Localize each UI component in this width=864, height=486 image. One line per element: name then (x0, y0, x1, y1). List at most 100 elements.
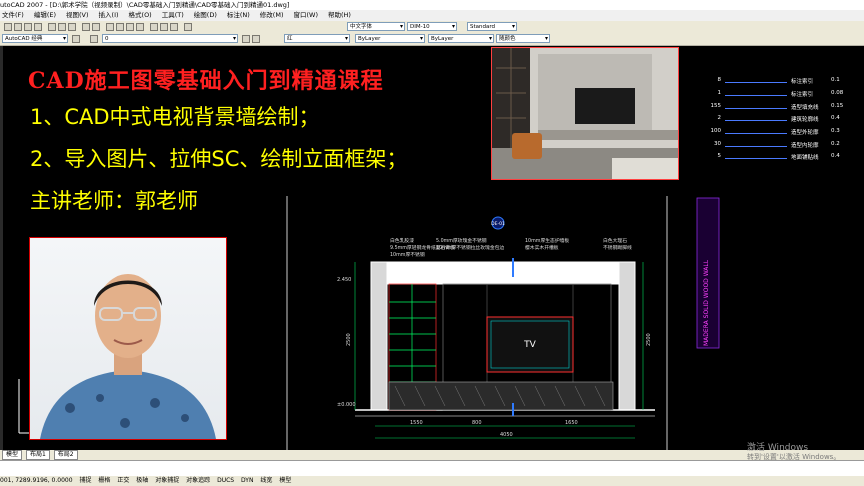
linetype-select[interactable]: ByLayer (355, 34, 425, 43)
legend-row: 8 标注索引 0.1 (703, 77, 848, 88)
open-file-icon[interactable] (14, 23, 22, 31)
window-title: utoCAD 2007 - [D:\郭术学院（视频录制）\CAD零基础入门到精通… (0, 0, 864, 10)
legend-weight: 0.3 (831, 128, 840, 134)
menu-view[interactable]: 视图(V) (66, 10, 89, 21)
polar-toggle[interactable]: 极轴 (136, 477, 148, 484)
legend-name: 标注索引 (791, 92, 814, 98)
zoom-previous-icon[interactable] (136, 23, 144, 31)
status-bar: 001, 7289.9196, 0.0000 捕捉 栅格 正交 极轴 对象捕捉 … (0, 476, 864, 486)
tv-cabinet (388, 381, 614, 411)
save-icon[interactable] (24, 23, 32, 31)
snap-toggle[interactable]: 捕捉 (79, 477, 91, 484)
legend-row: 2 建筑轮廓线 0.4 (703, 115, 848, 126)
otrack-toggle[interactable]: 对象追踪 (186, 477, 210, 484)
anno-mid-2: 10mm厚不锈钢拉丝玫瑰金包边 (436, 244, 504, 251)
lineweight-select[interactable]: ByLayer (428, 34, 494, 43)
section-tag: DE-01 (491, 221, 505, 227)
tool-palette-icon[interactable] (170, 23, 178, 31)
legend-name: 地面铺贴线 (791, 155, 819, 161)
lineweight-toggle[interactable]: 线宽 (260, 477, 272, 484)
level-top: 2.450 (337, 277, 351, 283)
legend-color: 100 (710, 128, 722, 134)
menu-modify[interactable]: 修改(M) (260, 10, 284, 21)
table-style-select[interactable]: Standard (467, 22, 517, 31)
legend-row: 1 标注索引 0.08 (703, 90, 848, 101)
legend-color: 155 (710, 103, 722, 109)
ducs-toggle[interactable]: DUCS (217, 477, 234, 484)
menu-draw[interactable]: 绘图(D) (194, 10, 217, 21)
pan-icon[interactable] (106, 23, 114, 31)
redo-icon[interactable] (92, 23, 100, 31)
layout-tabs: 模型 布局1 布局2 (0, 450, 864, 460)
design-center-icon[interactable] (160, 23, 168, 31)
color-select[interactable]: 红 (284, 34, 350, 43)
legend-row: 155 造型填充线 0.15 (703, 103, 848, 114)
legend-row: 100 造型外轮廓 0.3 (703, 128, 848, 139)
menu-insert[interactable]: 插入(I) (99, 10, 119, 21)
tab-layout2[interactable]: 布局2 (53, 450, 78, 460)
lesson-2: 2、导入图片、拉伸SC、绘制立面框架； (30, 147, 408, 171)
new-file-icon[interactable] (4, 23, 12, 31)
legend-name: 建筑轮廓线 (791, 117, 819, 123)
legend-color: 8 (717, 77, 722, 83)
anno-left-3: 10mm厚不锈钢 (390, 251, 425, 258)
anno-right-1a: 10mm厚生态护墙板 (525, 237, 569, 244)
dim-bottom-2: 800 (472, 420, 482, 426)
tab-layout1[interactable]: 布局1 (25, 450, 50, 460)
print-icon[interactable] (34, 23, 42, 31)
menu-file[interactable]: 文件(F) (2, 10, 24, 21)
menu-bar: 文件(F) 编辑(E) 视图(V) 插入(I) 格式(O) 工具(T) 绘图(D… (0, 10, 864, 21)
dyn-toggle[interactable]: DYN (241, 477, 253, 484)
copy-icon[interactable] (58, 23, 66, 31)
legend-weight: 0.4 (831, 153, 840, 159)
menu-help[interactable]: 帮助(H) (328, 10, 351, 21)
layer-select[interactable]: 0 (102, 34, 238, 43)
gear-icon[interactable] (72, 35, 80, 43)
tab-model[interactable]: 模型 (2, 450, 23, 460)
help-icon[interactable] (184, 23, 192, 31)
ortho-toggle[interactable]: 正交 (117, 477, 129, 484)
osnap-toggle[interactable]: 对象捕捉 (155, 477, 179, 484)
reference-image (491, 47, 679, 180)
cut-icon[interactable] (48, 23, 56, 31)
dim-right-vertical: 2500 (646, 333, 652, 346)
menu-format[interactable]: 格式(O) (129, 10, 152, 21)
legend-name: 标注索引 (791, 79, 814, 85)
properties-icon[interactable] (150, 23, 158, 31)
dim-bottom-3: 1650 (565, 420, 578, 426)
legend-weight: 0.1 (831, 77, 840, 83)
dim-style-select[interactable]: DIM-10 (407, 22, 457, 31)
text-style-select[interactable]: 中文字体 (347, 22, 405, 31)
anno-right-2a: 白色大理石 (603, 237, 627, 244)
zoom-icon[interactable] (116, 23, 124, 31)
menu-edit[interactable]: 编辑(E) (34, 10, 56, 21)
paste-icon[interactable] (68, 23, 76, 31)
model-toggle[interactable]: 模型 (279, 477, 291, 484)
anno-mid-1: 5.0mm厚玫瑰金不锈钢 (436, 237, 487, 244)
layer-manager-icon[interactable] (90, 35, 98, 43)
instructor-photo (29, 237, 227, 440)
menu-window[interactable]: 窗口(W) (293, 10, 318, 21)
legend-color: 30 (714, 141, 721, 147)
menu-tools[interactable]: 工具(T) (162, 10, 184, 21)
legend-weight: 0.08 (831, 90, 844, 96)
command-line[interactable] (0, 460, 864, 477)
workspace-select[interactable]: AutoCAD 经典 (2, 34, 68, 43)
activation-watermark-sub: 转到'设置'以激活 Windows。 (747, 453, 841, 461)
legend-weight: 0.15 (831, 103, 844, 109)
level-bottom: ±0.000 (337, 402, 356, 408)
lesson-1: 1、CAD中式电视背景墙绘制； (30, 105, 320, 129)
drawing-canvas[interactable]: TV DE-01 1550 800 1650 4050 2.450 ±0.000 (0, 46, 864, 450)
title-block-text: MADERA SOLID WOOD WALL (703, 259, 710, 346)
zoom-window-icon[interactable] (126, 23, 134, 31)
layer-previous-icon[interactable] (252, 35, 260, 43)
plotstyle-select[interactable]: 随颜色 (496, 34, 550, 43)
instructor-name: 主讲老师：郭老师 (30, 189, 198, 213)
frame-lines (286, 196, 668, 450)
undo-icon[interactable] (82, 23, 90, 31)
layers-toolbar: AutoCAD 经典 0 红 ByLayer ByLayer 随颜色 (0, 33, 864, 46)
menu-dimension[interactable]: 标注(N) (227, 10, 250, 21)
make-current-layer-icon[interactable] (242, 35, 250, 43)
grid-toggle[interactable]: 栅格 (98, 477, 110, 484)
coordinate-readout: 001, 7289.9196, 0.0000 (0, 477, 73, 484)
